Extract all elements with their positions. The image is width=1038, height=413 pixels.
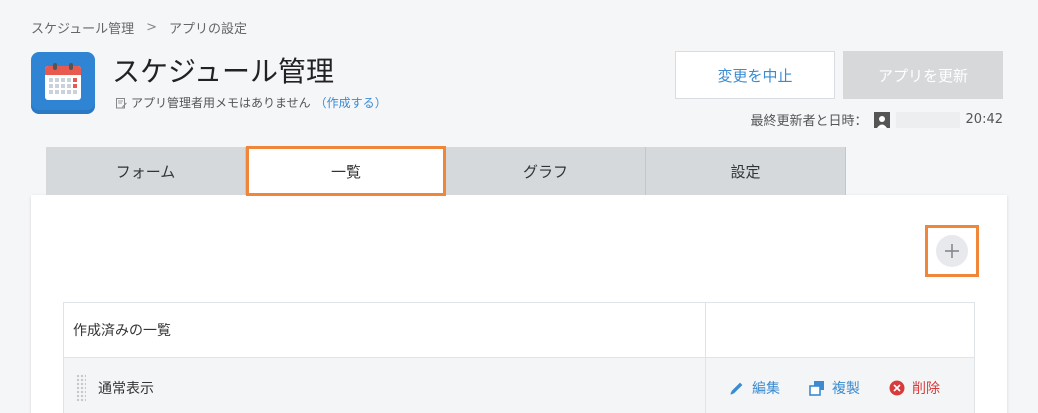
edit-label: 編集 [752, 381, 780, 397]
breadcrumb-app[interactable]: スケジュール管理 [31, 18, 134, 37]
delete-label: 削除 [912, 381, 940, 397]
breadcrumb: スケジュール管理 > アプリの設定 [31, 18, 247, 37]
delete-icon [889, 380, 905, 396]
memo-create-link[interactable]: 作成する [327, 96, 375, 110]
delete-button[interactable]: 削除 [888, 378, 940, 398]
updater-name[interactable] [895, 111, 960, 128]
copy-label: 複製 [832, 381, 860, 397]
app-title: スケジュール管理 [112, 55, 335, 88]
memo-text: アプリ管理者用メモはありません [131, 96, 311, 110]
list-item: 通常表示 編集 複製 削除 [64, 358, 974, 413]
calendar-icon [31, 52, 95, 114]
tab-list[interactable]: 一覧 [246, 146, 446, 196]
memo-paren-open: （ [314, 96, 327, 110]
last-updated: 最終更新者と日時： 20:42 [751, 110, 1003, 129]
drag-handle-icon[interactable] [76, 374, 86, 402]
add-list-button[interactable] [936, 235, 968, 267]
settings-tabs: フォーム 一覧 グラフ 設定 [46, 146, 846, 196]
copy-icon [809, 381, 824, 396]
tab-settings[interactable]: 設定 [646, 147, 846, 195]
plus-icon [945, 244, 959, 258]
last-updated-time: 20:42 [965, 112, 1003, 127]
edit-button[interactable]: 編集 [728, 378, 780, 398]
add-list-highlight [925, 225, 979, 277]
app-memo: アプリ管理者用メモはありません （作成する） [115, 94, 387, 111]
list-table: 作成済みの一覧 通常表示 編集 複製 削除 [63, 302, 975, 413]
tab-form[interactable]: フォーム [46, 147, 246, 195]
memo-icon [116, 97, 127, 108]
breadcrumb-separator: > [146, 20, 157, 35]
list-item-name: 通常表示 [98, 381, 154, 397]
update-app-button[interactable]: アプリを更新 [843, 51, 1003, 99]
pencil-icon [730, 382, 743, 395]
cancel-changes-button[interactable]: 変更を中止 [675, 51, 835, 99]
user-icon [873, 111, 890, 128]
list-table-header: 作成済みの一覧 [64, 303, 974, 358]
copy-button[interactable]: 複製 [808, 378, 860, 398]
memo-paren-close: ） [374, 96, 387, 110]
list-header-label: 作成済みの一覧 [64, 303, 706, 357]
breadcrumb-settings: アプリの設定 [169, 22, 248, 37]
last-updated-label: 最終更新者と日時： [750, 114, 868, 129]
tab-graph[interactable]: グラフ [446, 147, 646, 195]
